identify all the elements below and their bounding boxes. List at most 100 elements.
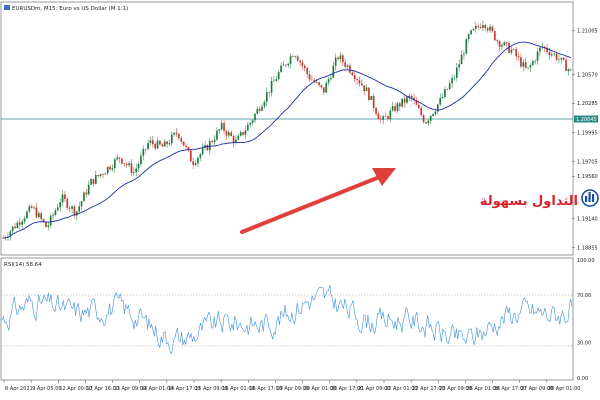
candle-body [444, 89, 446, 98]
candle-body [292, 56, 294, 57]
rsi-axis: 100.00 70.00 30.00 0.00 [577, 258, 595, 382]
candle-body [94, 175, 97, 184]
candle-body [102, 174, 104, 175]
candle-body [87, 184, 90, 195]
candle-body [434, 111, 437, 115]
candle-body [306, 68, 309, 75]
brand-logo: التداول بسهولة [480, 189, 599, 209]
candle-body [330, 77, 332, 80]
candle-body [432, 114, 434, 116]
candle-body [479, 26, 482, 28]
candle-body [387, 116, 389, 119]
candle-body [294, 56, 297, 57]
candle-body [429, 115, 432, 121]
candle-body [268, 92, 271, 93]
candle-body [351, 72, 354, 76]
candle-body [118, 157, 121, 159]
candle-body [230, 132, 233, 137]
candle-body [474, 25, 477, 29]
candle-body [356, 79, 358, 81]
symbol-icon [4, 5, 10, 10]
candle-body [360, 83, 363, 86]
candle-body [83, 192, 85, 202]
candle-body [358, 80, 361, 84]
candle-body [35, 207, 38, 218]
candle-body [59, 202, 62, 208]
candle-body [379, 119, 382, 120]
candle-body [258, 108, 261, 111]
candle-body [106, 166, 109, 174]
candle-body [116, 157, 119, 160]
price-axis: 1.21005 1.20570 1.20285 1.19995 1.19705 1.195… [572, 29, 598, 251]
candle-body [372, 96, 375, 108]
candle-body [287, 63, 290, 66]
candle-body [175, 132, 178, 135]
candle-body [524, 62, 527, 68]
candle-body [567, 69, 570, 71]
candle-body [491, 26, 494, 32]
candle-body [489, 26, 491, 31]
candle-body [486, 28, 489, 31]
candle-body [365, 87, 368, 92]
candle-body [121, 158, 123, 164]
candle-body [140, 155, 142, 165]
candle-body [178, 134, 180, 139]
candle-body [529, 65, 532, 68]
candle-body [246, 124, 249, 131]
candle-body [284, 64, 287, 66]
rsi-tick-label: 70.00 [577, 293, 591, 299]
candle-body [71, 206, 73, 209]
candle-body [311, 79, 313, 81]
candle-body [256, 108, 259, 114]
candle-body [135, 168, 138, 172]
candle-body [189, 150, 192, 162]
candle-body [275, 79, 278, 81]
candle-body [308, 74, 311, 80]
candle-body [344, 62, 347, 67]
candle-body [496, 40, 499, 42]
candle-body [128, 163, 130, 166]
candle-body [325, 82, 328, 93]
candle-body [318, 82, 320, 86]
price-tick-label: 1.19995 [577, 130, 598, 136]
candle-body [375, 107, 377, 114]
candle-body [111, 168, 114, 170]
candle-body [173, 132, 176, 135]
candle-body [28, 206, 31, 212]
candle-body [301, 62, 304, 66]
candle-body [410, 95, 413, 98]
candle-body [463, 53, 465, 55]
candle-body [349, 65, 351, 73]
candle-body [159, 140, 161, 145]
candle-body [382, 116, 385, 120]
chart-header: EURUSDm, M15: Euro vs US Dollar (M 1:1) [4, 5, 128, 12]
candle-body [239, 132, 242, 136]
candle-body [125, 163, 128, 166]
candle-body [45, 221, 47, 227]
candle-body [49, 215, 52, 226]
candle-body [40, 213, 43, 220]
candle-body [401, 98, 404, 107]
candle-body [52, 214, 54, 216]
candle-body [337, 57, 339, 59]
candle-body [201, 148, 204, 155]
candle-body [199, 154, 202, 158]
candle-body [180, 138, 183, 142]
candle-body [460, 54, 463, 65]
time-tick-label: 9 Apr 05:00 [32, 386, 61, 392]
candle-body [565, 59, 567, 71]
candle-body [137, 164, 140, 169]
candle-body [163, 141, 166, 147]
candle-body [482, 25, 484, 28]
candle-body [455, 67, 458, 78]
candle-body [389, 110, 392, 119]
candle-body [493, 31, 496, 41]
candle-body [472, 28, 475, 31]
candle-body [555, 53, 558, 60]
candle-body [368, 87, 370, 100]
candle-body [553, 53, 556, 55]
candle-body [534, 60, 537, 62]
candle-body [23, 218, 26, 222]
rsi-tick-label: 100.00 [577, 258, 595, 264]
candle-body [54, 210, 57, 215]
